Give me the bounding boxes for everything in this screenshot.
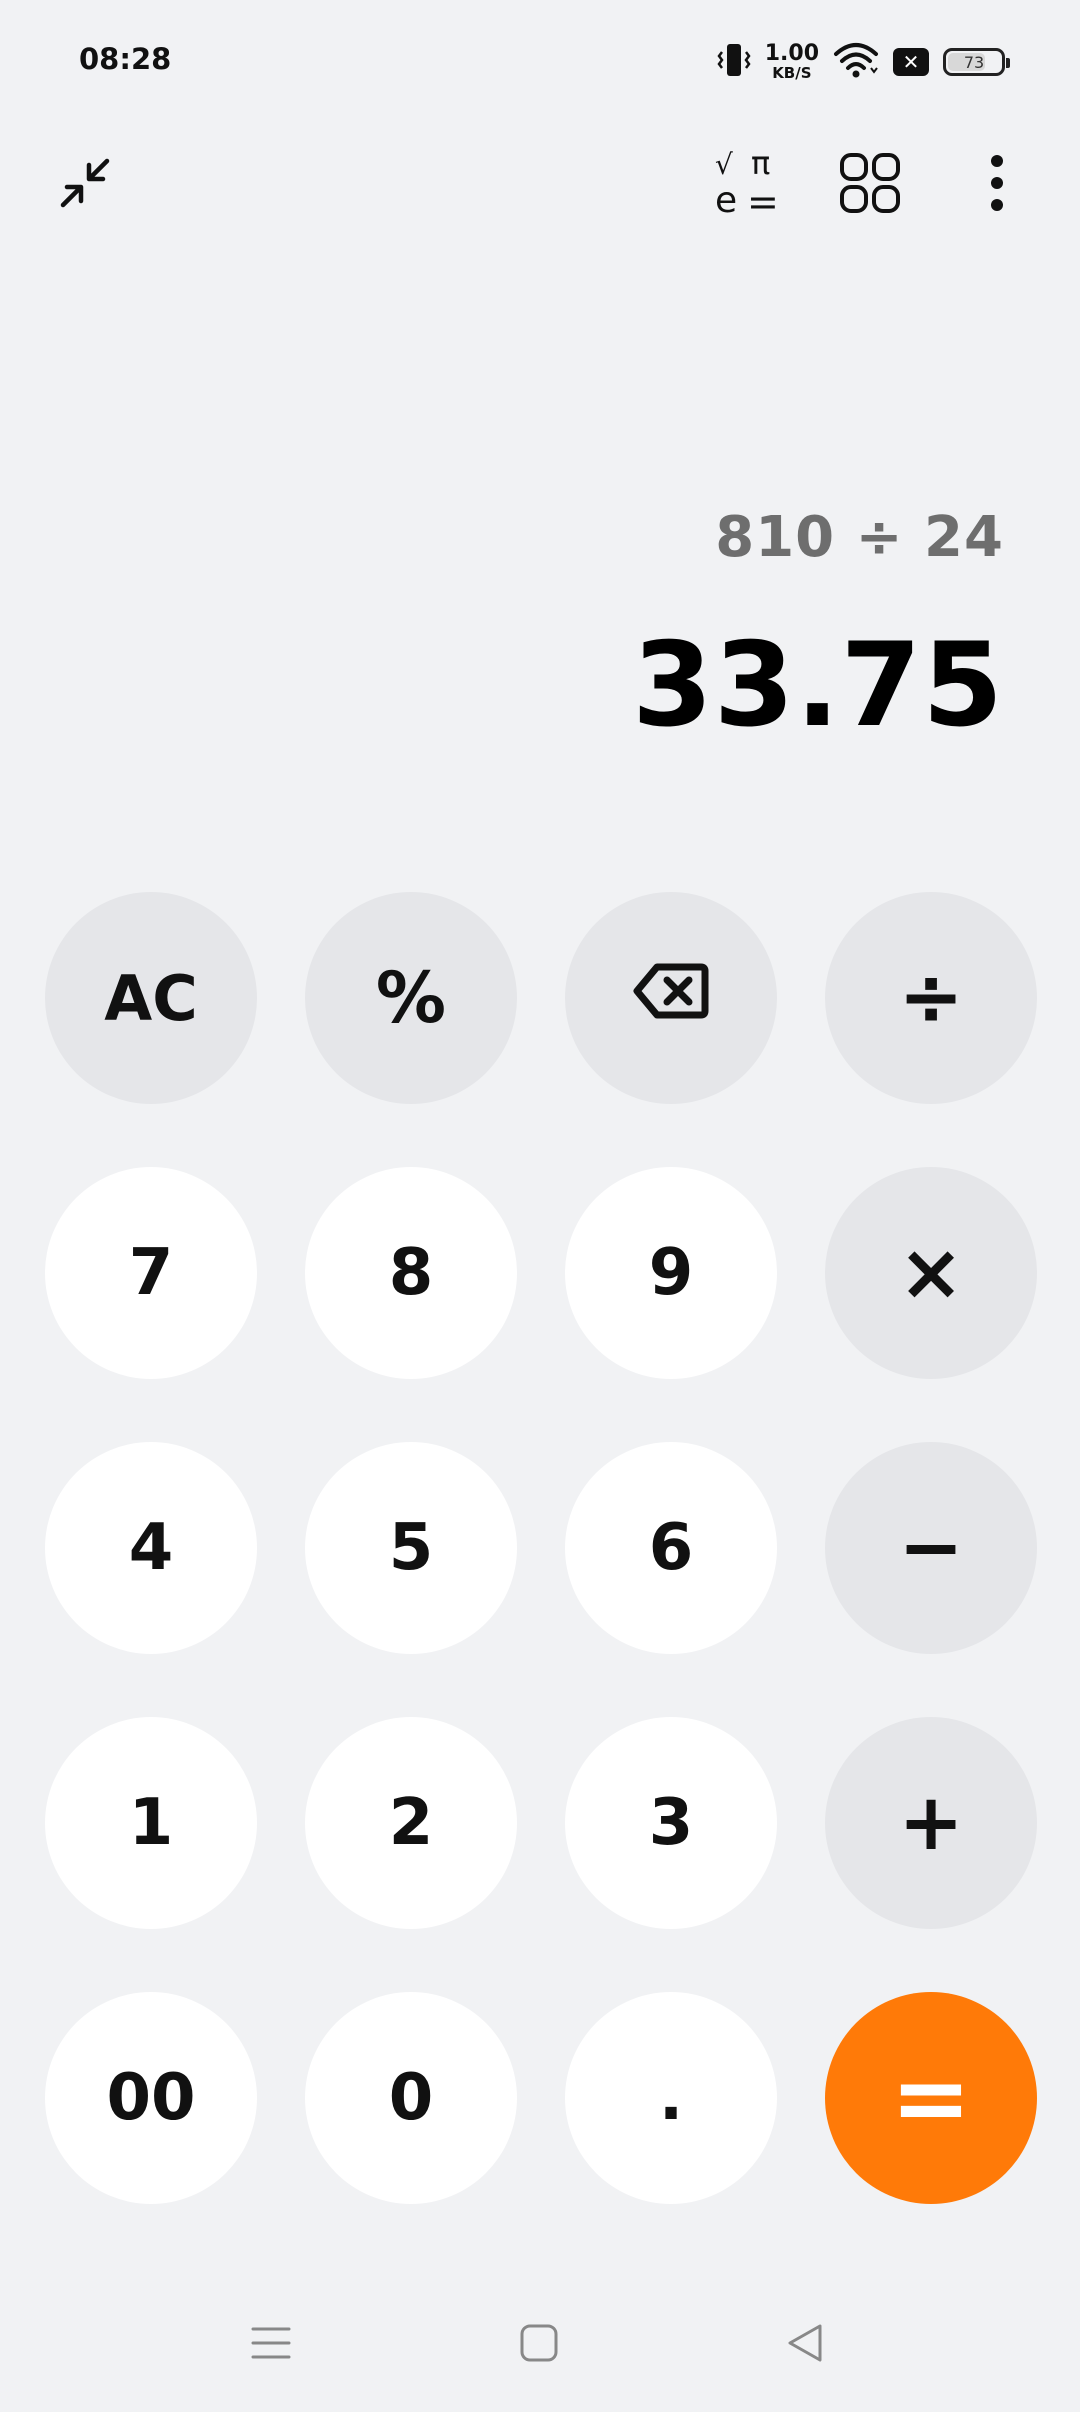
decimal-point-button[interactable]: . xyxy=(565,1992,777,2204)
no-sim-icon: ✕ xyxy=(893,48,929,76)
digit-9-button[interactable]: 9 xyxy=(565,1167,777,1379)
back-triangle-icon xyxy=(784,2322,826,2368)
collapse-icon xyxy=(53,151,117,219)
percent-button[interactable]: % xyxy=(305,892,517,1104)
result-display: 33.75 xyxy=(632,618,1004,753)
expression-display: 810 ÷ 24 xyxy=(715,505,1004,570)
converter-grid-icon xyxy=(838,151,902,219)
digit-8-button[interactable]: 8 xyxy=(305,1167,517,1379)
divide-button[interactable]: ÷ xyxy=(825,892,1037,1104)
digit-0-button[interactable]: 0 xyxy=(305,1992,517,2204)
minus-button[interactable]: − xyxy=(825,1442,1037,1654)
plus-button[interactable]: + xyxy=(825,1717,1037,1929)
nav-recents-button[interactable] xyxy=(226,2310,316,2380)
network-speed: 1.00 KB/S xyxy=(765,43,819,81)
status-icons: 1.00 KB/S ✕ 73 xyxy=(717,38,1010,86)
network-speed-unit: KB/S xyxy=(772,64,812,82)
digit-2-button[interactable]: 2 xyxy=(305,1717,517,1929)
vibrate-icon xyxy=(717,40,751,84)
digit-1-button[interactable]: 1 xyxy=(45,1717,257,1929)
e-symbol: e xyxy=(715,180,738,221)
collapse-button[interactable] xyxy=(40,140,130,230)
battery-level: 73 xyxy=(963,52,985,72)
status-bar: 08:28 1.00 KB/S ✕ 73 xyxy=(0,0,1080,120)
clear-button[interactable]: AC xyxy=(45,892,257,1104)
scientific-mode-button[interactable]: √ π e = xyxy=(700,140,790,230)
more-options-button[interactable] xyxy=(952,140,1042,230)
scientific-mode-icon: √ π e = xyxy=(705,145,785,225)
wifi-icon xyxy=(833,40,879,84)
nav-home-button[interactable] xyxy=(494,2310,584,2380)
network-speed-value: 1.00 xyxy=(764,41,819,66)
digit-3-button[interactable]: 3 xyxy=(565,1717,777,1929)
nav-back-button[interactable] xyxy=(760,2310,850,2380)
digit-4-button[interactable]: 4 xyxy=(45,1442,257,1654)
digit-5-button[interactable]: 5 xyxy=(305,1442,517,1654)
digit-7-button[interactable]: 7 xyxy=(45,1167,257,1379)
status-time: 08:28 xyxy=(79,42,172,76)
battery-icon: 73 xyxy=(943,48,1010,76)
multiply-button[interactable]: × xyxy=(825,1167,1037,1379)
menu-lines-icon xyxy=(249,2323,293,2367)
backspace-button[interactable] xyxy=(565,892,777,1104)
equals-symbol: = xyxy=(747,180,779,224)
backspace-icon xyxy=(633,961,709,1036)
home-square-icon xyxy=(518,2322,560,2368)
pi-symbol: π xyxy=(751,144,771,182)
double-zero-button[interactable]: 00 xyxy=(45,1992,257,2204)
equals-button[interactable]: = xyxy=(825,1992,1037,2204)
digit-6-button[interactable]: 6 xyxy=(565,1442,777,1654)
converter-button[interactable] xyxy=(825,140,915,230)
more-options-icon xyxy=(987,151,1007,219)
sqrt-symbol: √ xyxy=(715,148,733,181)
